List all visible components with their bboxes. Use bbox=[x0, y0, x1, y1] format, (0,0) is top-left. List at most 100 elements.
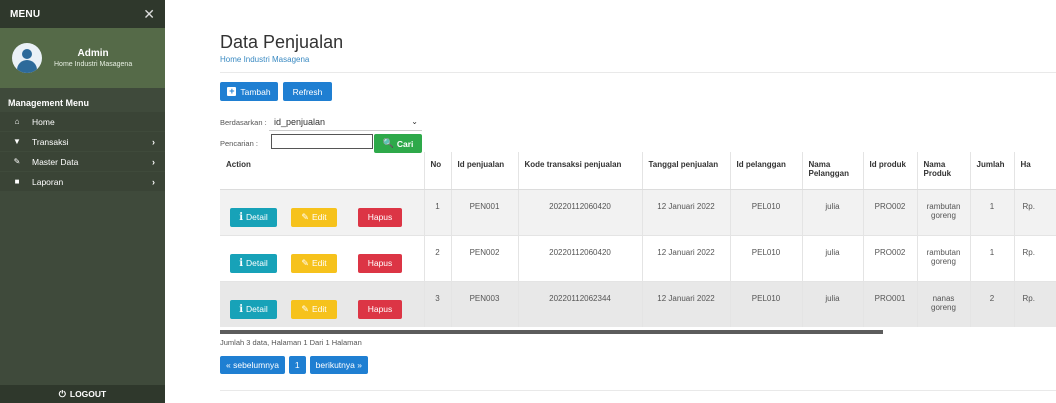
cell-no: 1 bbox=[423, 188, 451, 235]
search-icon: 🔍 bbox=[382, 138, 394, 148]
cell-kode: 20220112060420 bbox=[517, 188, 642, 235]
column-header: Kode transaksi penjualan bbox=[517, 152, 642, 190]
cari-button[interactable]: 🔍 Cari bbox=[374, 134, 422, 153]
plus-icon: + bbox=[227, 86, 237, 96]
cart-icon: ▼ bbox=[13, 137, 21, 146]
prev-page-button[interactable]: « sebelumnya bbox=[220, 356, 285, 374]
sidebar-item-label: Transaksi bbox=[32, 136, 69, 147]
column-header: Tanggal penjualan bbox=[641, 152, 730, 190]
cell-id-penjualan: PEN003 bbox=[450, 280, 518, 327]
cell-harga: Rp. bbox=[1013, 234, 1056, 281]
info-icon: i bbox=[239, 303, 244, 315]
edit-icon: ✎ bbox=[301, 211, 309, 222]
chevron-right-icon: › bbox=[152, 176, 155, 187]
column-header: Id penjualan bbox=[450, 152, 518, 190]
close-icon[interactable]: ✕ bbox=[143, 6, 155, 23]
chevron-right-icon: › bbox=[152, 136, 155, 147]
column-header: Nama Produk bbox=[916, 152, 970, 190]
sidebar-item-transaksi[interactable]: ▼ Transaksi › bbox=[0, 132, 165, 151]
hapus-button[interactable]: Hapus bbox=[358, 299, 402, 319]
column-header: Jumlah bbox=[969, 152, 1014, 190]
filter-select[interactable]: id_penjualan ⌄ bbox=[269, 113, 422, 131]
sidebar-header: MENU ✕ bbox=[0, 0, 165, 28]
action-cell: i Detail ✎ Edit Hapus bbox=[220, 188, 424, 235]
berdasarkan-label: Berdasarkan : bbox=[220, 118, 267, 127]
next-page-button[interactable]: berikutnya » bbox=[309, 356, 368, 374]
avatar bbox=[12, 43, 42, 73]
sidebar-item-label: Master Data bbox=[32, 156, 79, 167]
cell-nama-produk: rambutan goreng bbox=[916, 188, 970, 235]
cell-jumlah: 1 bbox=[969, 188, 1014, 235]
column-header: Id pelanggan bbox=[729, 152, 802, 190]
tambah-button[interactable]: + Tambah bbox=[220, 82, 278, 101]
info-icon: i bbox=[239, 211, 244, 223]
sidebar: MENU ✕ Admin Home Industri Masagena Mana… bbox=[0, 0, 165, 403]
cell-jumlah: 2 bbox=[969, 280, 1014, 327]
detail-button[interactable]: i Detail bbox=[230, 253, 277, 273]
search-input[interactable] bbox=[271, 134, 373, 149]
cari-label: Cari bbox=[396, 138, 414, 149]
sidebar-item-label: Home bbox=[32, 116, 55, 127]
hapus-button[interactable]: Hapus bbox=[358, 253, 402, 273]
sidebar-item-home[interactable]: ⌂ Home bbox=[0, 112, 165, 131]
cell-no: 3 bbox=[423, 280, 451, 327]
column-header: Id produk bbox=[862, 152, 917, 190]
sidebar-menu-title: MENU bbox=[10, 8, 41, 20]
breadcrumb[interactable]: Home Industri Masagena bbox=[220, 55, 309, 64]
cell-kode: 20220112062344 bbox=[517, 280, 642, 327]
action-cell: i Detail ✎ Edit Hapus bbox=[220, 234, 424, 281]
table-row: i Detail ✎ Edit Hapus 2 PEN002 20220112060… bbox=[220, 234, 1056, 281]
cell-jumlah: 1 bbox=[969, 234, 1014, 281]
cell-id-pelanggan: PEL010 bbox=[729, 188, 802, 235]
detail-button[interactable]: i Detail bbox=[230, 299, 277, 319]
cell-id-produk: PRO002 bbox=[862, 188, 917, 235]
refresh-button[interactable]: Refresh bbox=[283, 82, 332, 101]
table-row: i Detail ✎ Edit Hapus 1 PEN001 20220112060… bbox=[220, 188, 1056, 235]
data-table-wrapper: Action No Id penjualan Kode transaksi pe… bbox=[220, 152, 1056, 327]
logout-label: LOGOUT bbox=[69, 389, 107, 399]
column-header: Ha bbox=[1013, 152, 1056, 190]
main-content: Data Penjualan Home Industri Masagena + … bbox=[165, 0, 1056, 403]
detail-button[interactable]: i Detail bbox=[230, 207, 277, 227]
action-cell: i Detail ✎ Edit Hapus bbox=[220, 280, 424, 327]
cell-no: 2 bbox=[423, 234, 451, 281]
pencarian-label: Pencarian : bbox=[220, 139, 258, 148]
sidebar-item-master-data[interactable]: ✎ Master Data › bbox=[0, 152, 165, 171]
divider bbox=[220, 72, 1056, 73]
data-table: Action No Id penjualan Kode transaksi pe… bbox=[220, 152, 1056, 327]
cell-harga: Rp. bbox=[1013, 280, 1056, 327]
pagination-info: Jumlah 3 data, Halaman 1 Dari 1 Halaman bbox=[220, 338, 362, 347]
detail-label: Detail bbox=[246, 258, 268, 268]
horizontal-scrollbar[interactable] bbox=[220, 330, 883, 334]
column-header: No bbox=[423, 152, 451, 190]
cell-nama-pelanggan: julia bbox=[801, 188, 863, 235]
info-icon: i bbox=[239, 257, 244, 269]
detail-label: Detail bbox=[246, 212, 268, 222]
cell-id-pelanggan: PEL010 bbox=[729, 280, 802, 327]
cell-id-produk: PRO001 bbox=[862, 280, 917, 327]
edit-icon: ✎ bbox=[301, 257, 309, 268]
detail-label: Detail bbox=[246, 304, 268, 314]
edit-icon: ✎ bbox=[301, 303, 309, 314]
chevron-down-icon: ⌄ bbox=[411, 117, 418, 126]
cell-nama-produk: nanas goreng bbox=[916, 280, 970, 327]
sidebar-item-label: Laporan bbox=[32, 176, 64, 187]
edit-button[interactable]: ✎ Edit bbox=[291, 299, 337, 319]
page-1-button[interactable]: 1 bbox=[288, 356, 306, 374]
page-title: Data Penjualan bbox=[220, 32, 344, 52]
table-header-row: Action No Id penjualan Kode transaksi pe… bbox=[220, 152, 1056, 190]
logout-button[interactable]: ⏻ LOGOUT bbox=[0, 385, 165, 403]
user-subtitle: Home Industri Masagena bbox=[54, 61, 133, 68]
hapus-button[interactable]: Hapus bbox=[358, 207, 402, 227]
sidebar-item-laporan[interactable]: ■ Laporan › bbox=[0, 172, 165, 191]
edit-icon: ✎ bbox=[13, 157, 21, 166]
cell-id-penjualan: PEN001 bbox=[450, 188, 518, 235]
cell-nama-pelanggan: julia bbox=[801, 234, 863, 281]
cell-tanggal: 12 Januari 2022 bbox=[641, 188, 730, 235]
cell-tanggal: 12 Januari 2022 bbox=[641, 234, 730, 281]
chevron-right-icon: › bbox=[152, 156, 155, 167]
edit-button[interactable]: ✎ Edit bbox=[291, 207, 337, 227]
edit-button[interactable]: ✎ Edit bbox=[291, 253, 337, 273]
cell-id-pelanggan: PEL010 bbox=[729, 234, 802, 281]
scrollbar-thumb[interactable] bbox=[220, 330, 883, 334]
